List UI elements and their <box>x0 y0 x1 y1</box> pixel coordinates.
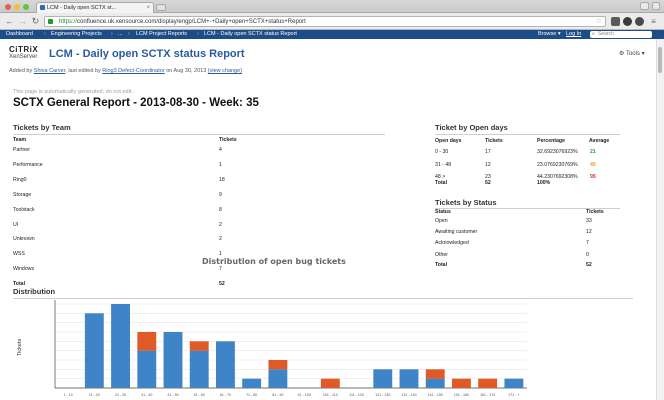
bar-series-2 <box>478 378 498 388</box>
bar-series-1 <box>84 313 104 388</box>
scrollbar-thumb[interactable] <box>658 47 662 73</box>
vertical-scrollbar[interactable] <box>656 39 664 400</box>
y-axis-label: Tickets <box>17 339 23 356</box>
bar-series-1 <box>425 378 445 388</box>
distribution-chart: Tickets 1 - 10 11 - 20 21 - 30 31 - 40 41 - 5… <box>17 300 527 397</box>
bar-series-2 <box>268 360 288 370</box>
bar-series-2 <box>189 341 209 351</box>
bar-series-2 <box>425 369 445 379</box>
x-tick-label: 41 - 50 <box>167 393 178 397</box>
bar-series-1 <box>242 378 262 388</box>
x-tick-label: 161 - 170 <box>480 393 495 397</box>
bar-series-1 <box>399 369 419 388</box>
x-tick-label: 131 - 140 <box>401 393 416 397</box>
browser-window: LCM - Daily open SCTX st... × ← → ↻ http… <box>0 0 664 400</box>
x-tick-label: 171 - + <box>508 393 519 397</box>
x-tick-label: 71 - 80 <box>246 393 257 397</box>
x-tick-label: 51 - 60 <box>194 393 205 397</box>
bar-series-1 <box>163 332 183 388</box>
x-tick-label: 151 - 160 <box>454 393 469 397</box>
bar-series-1 <box>111 304 130 388</box>
x-tick-label: 31 - 40 <box>141 393 152 397</box>
bar-series-1 <box>137 350 157 388</box>
x-tick-label: 1 - 10 <box>64 393 73 397</box>
bar-series-2 <box>452 378 471 388</box>
x-tick-label: 141 - 150 <box>428 393 443 397</box>
x-tick-label: 61 - 70 <box>220 393 231 397</box>
x-tick-label: 21 - 30 <box>115 393 126 397</box>
bar-series-1 <box>504 378 524 388</box>
bar-series-1 <box>268 369 288 388</box>
x-tick-label: 101 - 110 <box>323 393 338 397</box>
x-tick-label: 91 - 100 <box>298 393 311 397</box>
x-tick-label: 121 - 130 <box>375 393 390 397</box>
x-tick-label: 111 - 120 <box>349 393 364 397</box>
x-tick-label: 81 - 90 <box>272 393 283 397</box>
bar-series-2 <box>320 378 340 388</box>
bar-series-2 <box>137 332 157 351</box>
x-tick-label: 11 - 20 <box>89 393 100 397</box>
bar-series-1 <box>373 369 393 388</box>
bar-series-1 <box>189 350 209 388</box>
bar-series-1 <box>216 341 235 388</box>
